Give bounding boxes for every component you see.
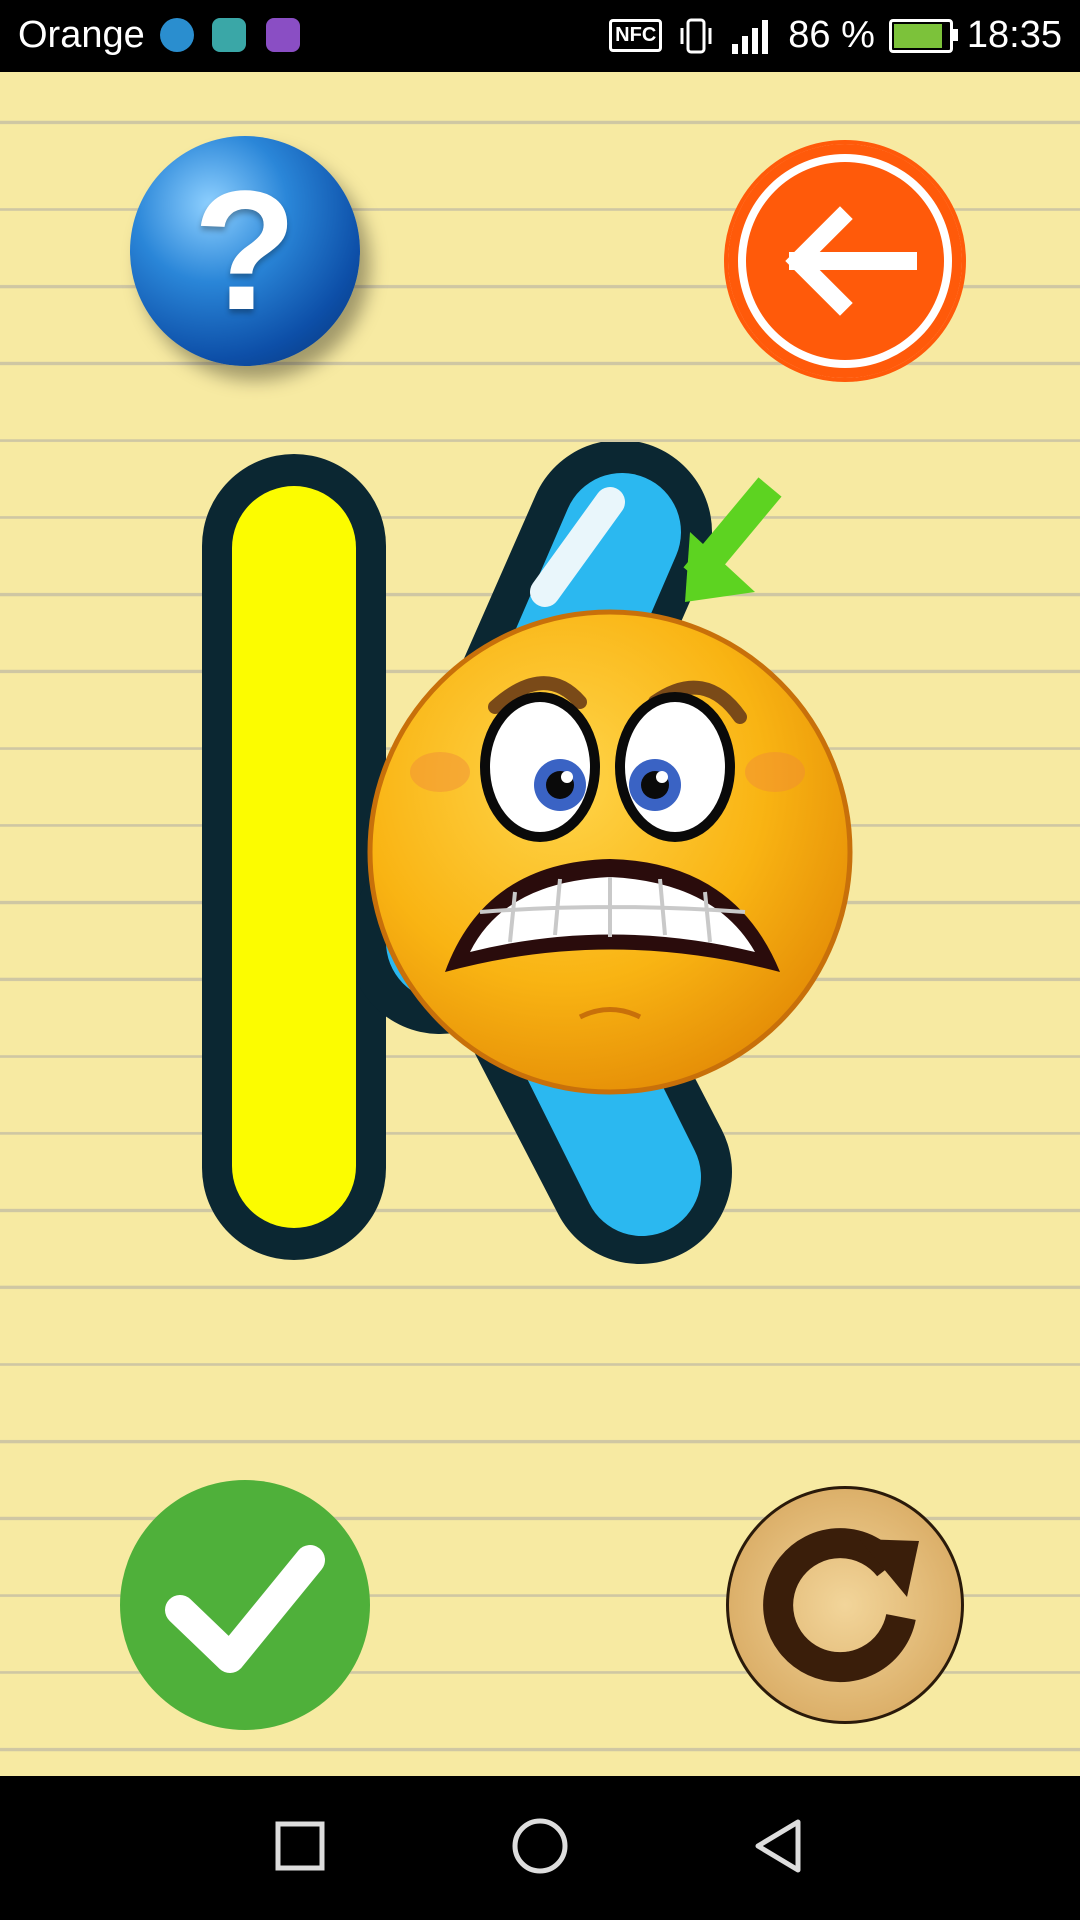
gallery-icon bbox=[266, 18, 300, 52]
globe-icon bbox=[160, 18, 194, 52]
signal-icon bbox=[732, 19, 769, 54]
battery-icon bbox=[888, 18, 958, 53]
reload-button[interactable] bbox=[726, 1486, 964, 1724]
scared-face-emoji bbox=[367, 609, 853, 1095]
help-question-icon: ? bbox=[193, 156, 297, 346]
status-bar: Orange NFC 86 % 18:35 bbox=[0, 0, 1080, 72]
nfc-icon: NFC bbox=[609, 19, 663, 52]
navigation-bar bbox=[0, 1776, 1080, 1920]
back-arrow-icon bbox=[785, 206, 917, 316]
check-button[interactable] bbox=[120, 1480, 370, 1730]
letter-k-vertical-stroke bbox=[232, 486, 356, 1228]
android-icon bbox=[212, 18, 246, 52]
circle-icon[interactable] bbox=[510, 1816, 570, 1876]
square-icon[interactable] bbox=[270, 1816, 330, 1876]
help-button[interactable]: ? bbox=[130, 136, 360, 366]
reload-icon bbox=[763, 1528, 919, 1683]
clock: 18:35 bbox=[966, 14, 1062, 56]
battery-percent: 86 % bbox=[788, 14, 875, 56]
game-board: ? bbox=[0, 72, 1080, 1776]
vibrate-icon bbox=[680, 18, 712, 53]
back-button[interactable] bbox=[724, 140, 966, 382]
check-icon bbox=[165, 1545, 325, 1673]
triangle-back-icon[interactable] bbox=[750, 1816, 810, 1876]
carrier-name: Orange bbox=[18, 14, 145, 56]
